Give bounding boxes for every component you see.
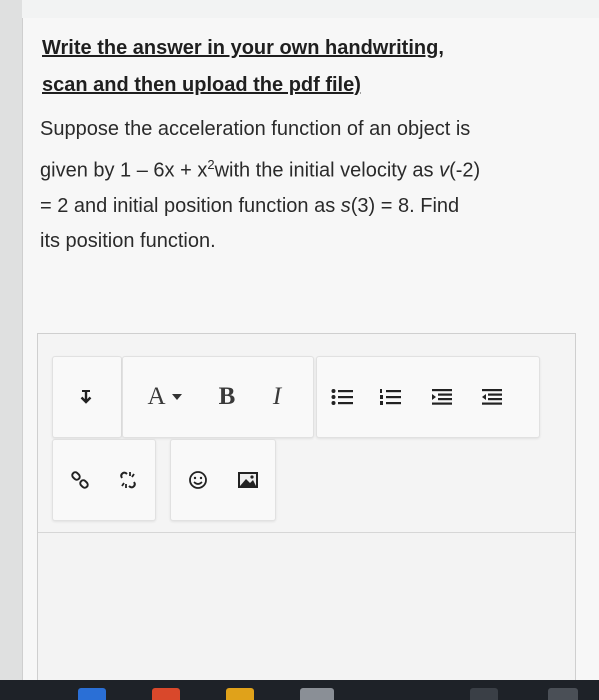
question-line-3-b: (3) = 8. Find [350, 194, 460, 217]
font-color-icon [171, 394, 182, 400]
emoji-icon[interactable] [183, 462, 213, 498]
taskbar-app-icon[interactable] [78, 688, 106, 700]
align-justify-icon[interactable] [477, 379, 507, 415]
bullet-list-icon[interactable] [327, 379, 357, 415]
question-line-1: Suppose the acceleration function of an … [40, 118, 471, 140]
question-text: Suppose the acceleration function of an … [40, 112, 560, 259]
question-line-3-a: = 2 and initial position function as [40, 194, 341, 217]
italic-button[interactable]: I [259, 379, 295, 415]
position-symbol: s [340, 194, 351, 217]
question-line-3: = 2 and initial position function as s(3… [40, 189, 560, 224]
taskbar-app-icon[interactable] [152, 688, 180, 700]
numbered-list-icon[interactable] [375, 379, 405, 415]
taskbar-app-icon[interactable] [300, 688, 334, 700]
exponent: 2 [207, 157, 215, 172]
toolbar-row-2 [52, 439, 572, 521]
instructions: Write the answer in your own handwriting… [42, 30, 542, 104]
taskbar-app-icon[interactable] [548, 688, 578, 700]
font-color-button[interactable]: A [133, 379, 197, 415]
question-line-2: given by 1 – 6x + x2with the initial vel… [40, 147, 560, 189]
align-center-icon[interactable] [427, 379, 457, 415]
instructions-line-1: Write the answer in your own handwriting… [42, 37, 444, 59]
window-edge [0, 0, 22, 680]
taskbar-app-icon[interactable] [226, 688, 254, 700]
bold-icon: B [218, 383, 236, 410]
question-line-2-a: given by 1 – 6x + x [40, 159, 208, 182]
bold-button[interactable]: B [209, 379, 245, 415]
question-line-4: its position function. [40, 229, 216, 252]
image-icon[interactable] [233, 462, 263, 498]
instructions-line-2: scan and then upload the pdf file) [42, 74, 361, 96]
toolbar-group-lists [316, 356, 540, 438]
toolbar-group-font: A B I [122, 356, 314, 438]
italic-icon: I [272, 383, 282, 410]
taskbar [0, 680, 599, 700]
unlink-icon[interactable] [113, 462, 143, 498]
taskbar-app-icon[interactable] [470, 688, 498, 700]
question-line-2-b: with the initial velocity as [214, 159, 440, 182]
screen: Write the answer in your own handwriting… [0, 0, 599, 682]
link-icon[interactable] [65, 462, 95, 498]
question-line-2-c: (-2) [449, 159, 481, 182]
answer-editor: A B I [37, 333, 576, 682]
answer-text-area[interactable] [38, 532, 575, 682]
toolbar-group-links [52, 439, 156, 521]
velocity-symbol: v [439, 159, 450, 182]
font-label: A [147, 383, 166, 410]
toolbar-group-paragraph [52, 356, 122, 438]
toolbar-group-insert [170, 439, 276, 521]
toolbar-row-1: A B I [52, 356, 572, 438]
paragraph-style-icon[interactable] [71, 379, 101, 415]
